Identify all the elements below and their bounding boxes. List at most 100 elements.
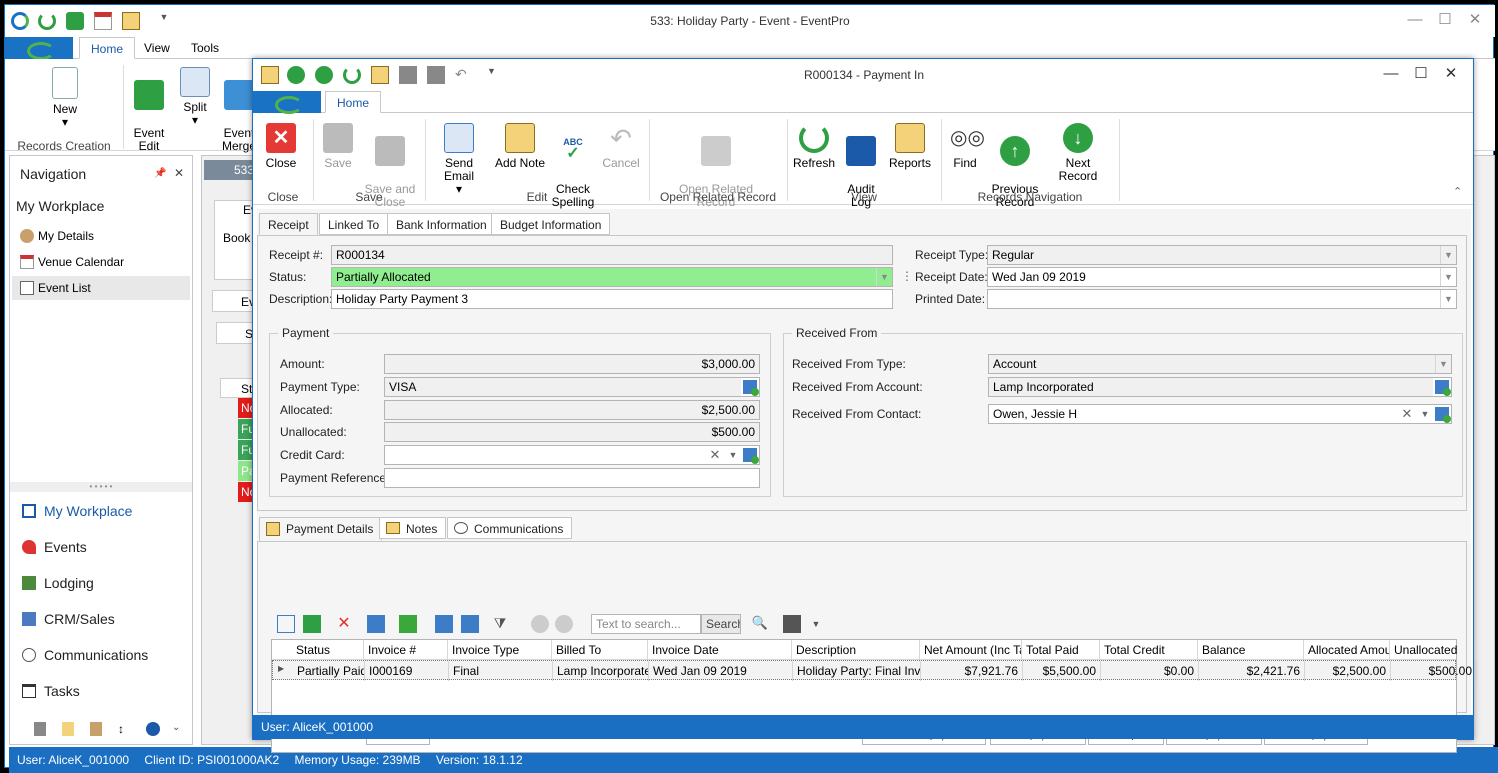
status-field[interactable]: Partially Allocated ▼ xyxy=(331,267,893,287)
dialog-tab-home[interactable]: Home xyxy=(325,91,382,113)
next-record-button[interactable]: ↓ Next Record xyxy=(1045,123,1111,183)
tab-tools[interactable]: Tools xyxy=(180,37,230,59)
receipt-date-field[interactable]: Wed Jan 09 2019 ▼ xyxy=(987,267,1457,287)
more-options-icon[interactable]: ⋮ xyxy=(901,269,913,283)
calculator-icon[interactable] xyxy=(34,722,46,736)
tab-payment-details[interactable]: Payment Details xyxy=(259,517,383,541)
received-from-contact-field[interactable]: Owen, Jessie H ✕ ▼ xyxy=(988,404,1452,424)
received-from-account-field[interactable]: Lamp Incorporated xyxy=(988,377,1452,397)
grid-column-header[interactable]: Unallocated xyxy=(1390,640,1476,660)
grid-column-header[interactable]: Net Amount (Inc Tax) xyxy=(920,640,1022,660)
dialog-file-button[interactable] xyxy=(253,91,321,114)
tab-communications[interactable]: Communications xyxy=(447,517,573,539)
splitter-handle[interactable]: • • • • • xyxy=(10,482,192,492)
clear-icon[interactable]: ✕ xyxy=(707,446,723,464)
grid-column-header[interactable]: Status xyxy=(292,640,364,660)
chevron-down-icon[interactable]: ▼ xyxy=(1440,290,1456,308)
reports-button[interactable]: Reports xyxy=(885,123,935,170)
globe-icon[interactable] xyxy=(146,722,160,736)
unallocated-field[interactable]: $500.00 xyxy=(384,422,760,442)
search-button[interactable]: Search xyxy=(701,614,741,634)
amount-field[interactable]: $3,000.00 xyxy=(384,354,760,374)
search-input[interactable]: Text to search... xyxy=(591,614,701,634)
clear-icon[interactable]: ✕ xyxy=(1399,405,1415,423)
prev-disabled-icon[interactable] xyxy=(531,615,549,633)
grid-column-header[interactable]: Total Credit xyxy=(1100,640,1198,660)
maximize-button[interactable]: ☐ xyxy=(1433,10,1457,30)
minimize-button[interactable]: — xyxy=(1403,10,1427,30)
grid-column-header[interactable]: Allocated Amount xyxy=(1304,640,1390,660)
refresh-button[interactable]: Refresh xyxy=(791,123,837,170)
nav-item-venue-calendar[interactable]: Venue Calendar xyxy=(12,250,190,274)
dialog-close-window-button[interactable]: ✕ xyxy=(1439,64,1463,84)
chevron-down-icon[interactable]: ▼ xyxy=(1417,405,1433,423)
contacts-icon[interactable] xyxy=(90,722,102,736)
event-edit-button[interactable]: Event Edit xyxy=(129,67,169,153)
sort-icon[interactable]: ↕ xyxy=(118,722,130,736)
dialog-maximize-button[interactable]: ☐ xyxy=(1409,64,1433,84)
save-button[interactable]: Save xyxy=(317,123,359,170)
split-button[interactable]: Split ▾ xyxy=(175,67,215,127)
dialog-minimize-button[interactable]: — xyxy=(1379,64,1403,84)
receipt-number-field[interactable]: R000134 xyxy=(331,245,893,265)
nav-item-event-list[interactable]: Event List xyxy=(12,276,190,300)
payment-reference-field[interactable] xyxy=(384,468,760,488)
grid-column-header[interactable]: Total Paid xyxy=(1022,640,1100,660)
add-note-button[interactable]: Add Note xyxy=(493,123,547,170)
grid-column-header[interactable]: Balance xyxy=(1198,640,1304,660)
module-tasks[interactable]: Tasks xyxy=(12,676,190,706)
add-icon[interactable] xyxy=(303,615,321,633)
chevron-down-icon[interactable]: ▼ xyxy=(1440,246,1456,264)
close-nav-icon[interactable]: ✕ xyxy=(174,166,184,180)
module-crm-sales[interactable]: CRM/Sales xyxy=(12,604,190,634)
tab-home[interactable]: Home xyxy=(79,37,136,59)
table-row[interactable]: Partially Paid I000169 Final Lamp Incorpora… xyxy=(272,660,1477,681)
find-button[interactable]: ◎◎ Find xyxy=(947,123,985,170)
tab-notes[interactable]: Notes xyxy=(379,517,447,539)
delete-icon[interactable]: ✕ xyxy=(335,615,353,633)
chevron-down-icon[interactable]: ▼ xyxy=(807,615,825,633)
collapse-ribbon-icon[interactable]: ⌃ xyxy=(1453,185,1462,198)
receipt-type-field[interactable]: Regular ▼ xyxy=(987,245,1457,265)
received-from-type-field[interactable]: Account ▼ xyxy=(988,354,1452,374)
description-field[interactable]: Holiday Party Payment 3 xyxy=(331,289,893,309)
chevron-down-icon[interactable]: ▼ xyxy=(1440,268,1456,286)
module-lodging[interactable]: Lodging xyxy=(12,568,190,598)
nav-item-my-details[interactable]: My Details xyxy=(12,224,190,248)
credit-card-field[interactable]: ✕ ▼ xyxy=(384,445,760,465)
module-events[interactable]: Events xyxy=(12,532,190,562)
new-row-icon[interactable] xyxy=(277,615,295,633)
document-tab[interactable]: 533: xyxy=(204,160,258,180)
module-my-workplace[interactable]: My Workplace xyxy=(12,496,190,526)
paste-icon[interactable] xyxy=(461,615,479,633)
columns-icon[interactable] xyxy=(399,615,417,633)
allocated-field[interactable]: $2,500.00 xyxy=(384,400,760,420)
grid-column-header[interactable]: Billed To xyxy=(552,640,648,660)
grid-column-header[interactable]: Invoice Type xyxy=(448,640,552,660)
find-icon[interactable]: 🔍 xyxy=(751,615,769,633)
tab-linked-to[interactable]: Linked To xyxy=(319,213,389,235)
lookup-icon[interactable] xyxy=(1433,378,1451,396)
tab-view[interactable]: View xyxy=(133,37,181,59)
printed-date-field[interactable]: ▼ xyxy=(987,289,1457,309)
chevron-down-icon[interactable]: ▼ xyxy=(876,268,892,286)
next-disabled-icon[interactable] xyxy=(555,615,573,633)
module-communications[interactable]: Communications xyxy=(12,640,190,670)
filter-icon[interactable]: ⧩ xyxy=(491,615,509,633)
pin-icon[interactable]: 📌 xyxy=(154,168,166,179)
grid-column-header[interactable]: Invoice # xyxy=(364,640,448,660)
grid-column-header[interactable]: Description xyxy=(792,640,920,660)
close-button[interactable]: ✕ Close xyxy=(261,123,301,170)
file-menu-button[interactable] xyxy=(5,37,73,60)
send-email-button[interactable]: Send Email ▾ xyxy=(429,123,489,196)
cancel-button[interactable]: ↶ Cancel xyxy=(599,123,643,170)
lookup-icon[interactable] xyxy=(1433,405,1451,423)
tab-budget-information[interactable]: Budget Information xyxy=(491,213,611,235)
close-window-button[interactable]: ✕ xyxy=(1463,10,1487,30)
chevron-down-icon[interactable]: ⌄ xyxy=(172,722,180,733)
grid-column-header[interactable]: Invoice Date xyxy=(648,640,792,660)
chevron-down-icon[interactable]: ▼ xyxy=(1435,355,1451,373)
save-layout-icon[interactable] xyxy=(783,615,801,633)
copy-icon[interactable] xyxy=(435,615,453,633)
export-icon[interactable] xyxy=(367,615,385,633)
